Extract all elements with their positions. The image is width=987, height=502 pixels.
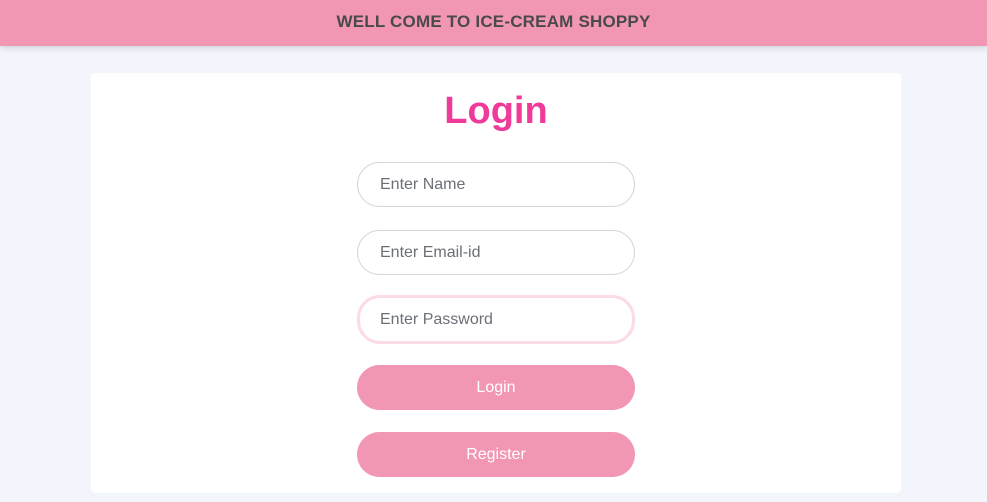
site-title: WELL COME TO ICE-CREAM SHOPPY bbox=[336, 12, 651, 31]
login-heading: Login bbox=[444, 90, 548, 132]
top-banner: WELL COME TO ICE-CREAM SHOPPY bbox=[0, 0, 987, 46]
register-button[interactable]: Register bbox=[357, 432, 635, 477]
name-input[interactable] bbox=[357, 162, 635, 207]
login-button[interactable]: Login bbox=[357, 365, 635, 410]
password-input[interactable] bbox=[357, 295, 635, 344]
email-input[interactable] bbox=[357, 230, 635, 275]
login-card: Login Login Register bbox=[91, 73, 901, 493]
